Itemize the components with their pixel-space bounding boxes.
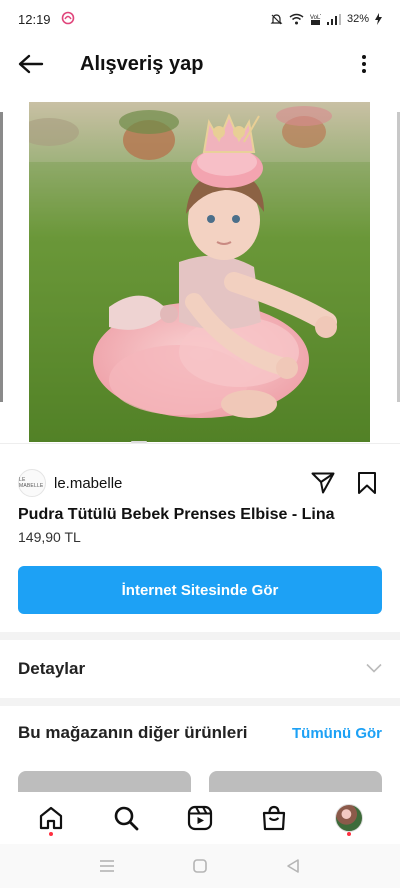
divider bbox=[0, 443, 400, 444]
notification-dot bbox=[346, 832, 351, 836]
home-icon bbox=[40, 806, 63, 830]
search-icon bbox=[114, 806, 138, 831]
bottom-navigation bbox=[0, 792, 400, 844]
details-label: Detaylar bbox=[18, 659, 86, 678]
product-image-carousel[interactable] bbox=[0, 102, 400, 442]
details-row[interactable]: Detaylar bbox=[0, 640, 400, 698]
shop-avatar-logo: LE MABELLE bbox=[19, 477, 44, 489]
shop-row: LE MABELLE le.mabelle bbox=[18, 468, 382, 498]
profile-avatar bbox=[334, 804, 363, 832]
chevron-down-icon bbox=[366, 660, 382, 678]
arrow-left-icon bbox=[18, 54, 44, 74]
section-separator bbox=[0, 698, 400, 706]
app-header: Alışveriş yap bbox=[0, 38, 400, 90]
system-navigation-bar bbox=[0, 844, 400, 888]
system-home-button[interactable] bbox=[188, 854, 212, 878]
back-triangle-icon bbox=[287, 859, 300, 873]
view-on-website-button[interactable]: İnternet Sitesinde Gör bbox=[18, 566, 382, 614]
shop-avatar[interactable]: LE MABELLE bbox=[18, 469, 46, 497]
bookmark-icon bbox=[358, 472, 376, 494]
save-button[interactable] bbox=[354, 470, 380, 496]
status-time: 12:19 bbox=[18, 11, 51, 27]
more-options-button[interactable] bbox=[354, 52, 374, 76]
section-separator bbox=[0, 632, 400, 640]
recent-apps-button[interactable] bbox=[95, 854, 119, 878]
page-title: Alışveriş yap bbox=[80, 52, 204, 75]
battery-text: 32% bbox=[346, 13, 369, 25]
back-button[interactable] bbox=[0, 38, 62, 90]
data-icon: VoLTE bbox=[310, 13, 321, 26]
more-vertical-icon bbox=[362, 55, 366, 59]
product-title: Pudra Tütülü Bebek Prenses Elbise - Lina bbox=[18, 506, 335, 523]
more-products-label: Bu mağazanın diğer ürünleri bbox=[18, 723, 248, 742]
app-notification-icon bbox=[61, 11, 75, 28]
previous-image-peek bbox=[0, 112, 3, 402]
shop-name[interactable]: le.mabelle bbox=[54, 475, 122, 492]
wifi-icon bbox=[289, 13, 304, 25]
shop-icon bbox=[263, 805, 286, 831]
nav-search[interactable] bbox=[106, 798, 146, 838]
status-bar: 12:19 VoLTE 32% bbox=[0, 0, 400, 38]
system-back-button[interactable] bbox=[281, 854, 305, 878]
charging-icon bbox=[375, 13, 382, 25]
signal-icon bbox=[326, 13, 341, 25]
product-photo bbox=[29, 102, 370, 442]
nav-shop[interactable] bbox=[254, 798, 294, 838]
home-square-icon bbox=[193, 859, 207, 873]
recent-apps-icon bbox=[99, 860, 114, 872]
nav-reels[interactable] bbox=[180, 798, 220, 838]
send-icon bbox=[311, 472, 335, 494]
nav-home[interactable] bbox=[31, 798, 71, 838]
status-icons: VoLTE 32% bbox=[270, 13, 382, 26]
notification-dot bbox=[49, 832, 54, 836]
product-price: 149,90 TL bbox=[18, 529, 81, 545]
nav-profile[interactable] bbox=[329, 798, 369, 838]
alarm-off-icon bbox=[270, 13, 283, 26]
more-products-header: Bu mağazanın diğer ürünleri Tümünü Gör bbox=[18, 718, 382, 748]
see-all-link[interactable]: Tümünü Gör bbox=[292, 725, 382, 742]
reels-icon bbox=[187, 805, 213, 831]
share-button[interactable] bbox=[310, 470, 336, 496]
